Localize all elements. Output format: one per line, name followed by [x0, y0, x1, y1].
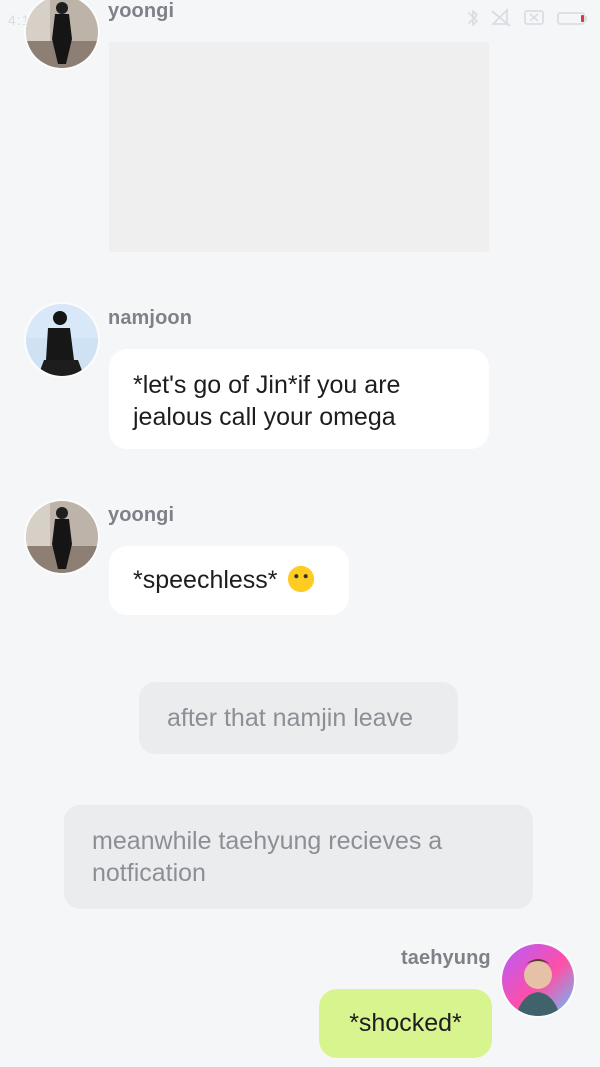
message-bubble-taehyung[interactable]: *shocked*: [319, 989, 492, 1058]
sender-name-namjoon: namjoon: [108, 307, 193, 329]
screen-icon: [524, 10, 544, 25]
avatar-yoongi-picture: [26, 0, 98, 68]
avatar-namjoon[interactable]: [26, 304, 98, 376]
narration-line: meanwhile taehyung recieves a: [92, 827, 443, 855]
narration-namjin-leave: after that namjin leave: [139, 682, 458, 754]
message-text: *shocked*: [349, 1009, 462, 1037]
signal-off-icon: [490, 8, 511, 27]
sender-name-taehyung: taehyung: [401, 947, 491, 969]
message-bubble-namjoon[interactable]: *let's go of Jin*if you are jealous call…: [109, 349, 489, 449]
avatar-taehyung[interactable]: [502, 944, 574, 1016]
battery-icon: [557, 12, 587, 25]
message-text: *speechless*: [133, 566, 278, 594]
narration-line: notfication: [92, 859, 206, 887]
avatar-yoongi[interactable]: [26, 501, 98, 573]
avatar-yoongi[interactable]: [26, 0, 98, 68]
message-line: jealous call your omega: [133, 403, 396, 431]
neutral-face-emoji-icon: [288, 565, 315, 593]
status-icons: [466, 8, 590, 28]
avatar-yoongi-picture: [26, 501, 98, 573]
bluetooth-icon: [468, 10, 478, 26]
sender-name-yoongi-1: yoongi: [108, 0, 175, 22]
avatar-namjoon-picture: [26, 304, 98, 376]
sender-name-yoongi-2: yoongi: [108, 504, 175, 526]
avatar-taehyung-picture: [502, 944, 574, 1016]
narration-text: after that namjin leave: [167, 704, 413, 732]
narration-taehyung-notification: meanwhile taehyung recieves a notficatio…: [64, 805, 533, 909]
message-line: *let's go of Jin*if you are: [133, 371, 401, 399]
message-bubble-yoongi-speechless[interactable]: *speechless*: [109, 546, 349, 615]
image-message-placeholder[interactable]: [109, 42, 489, 252]
